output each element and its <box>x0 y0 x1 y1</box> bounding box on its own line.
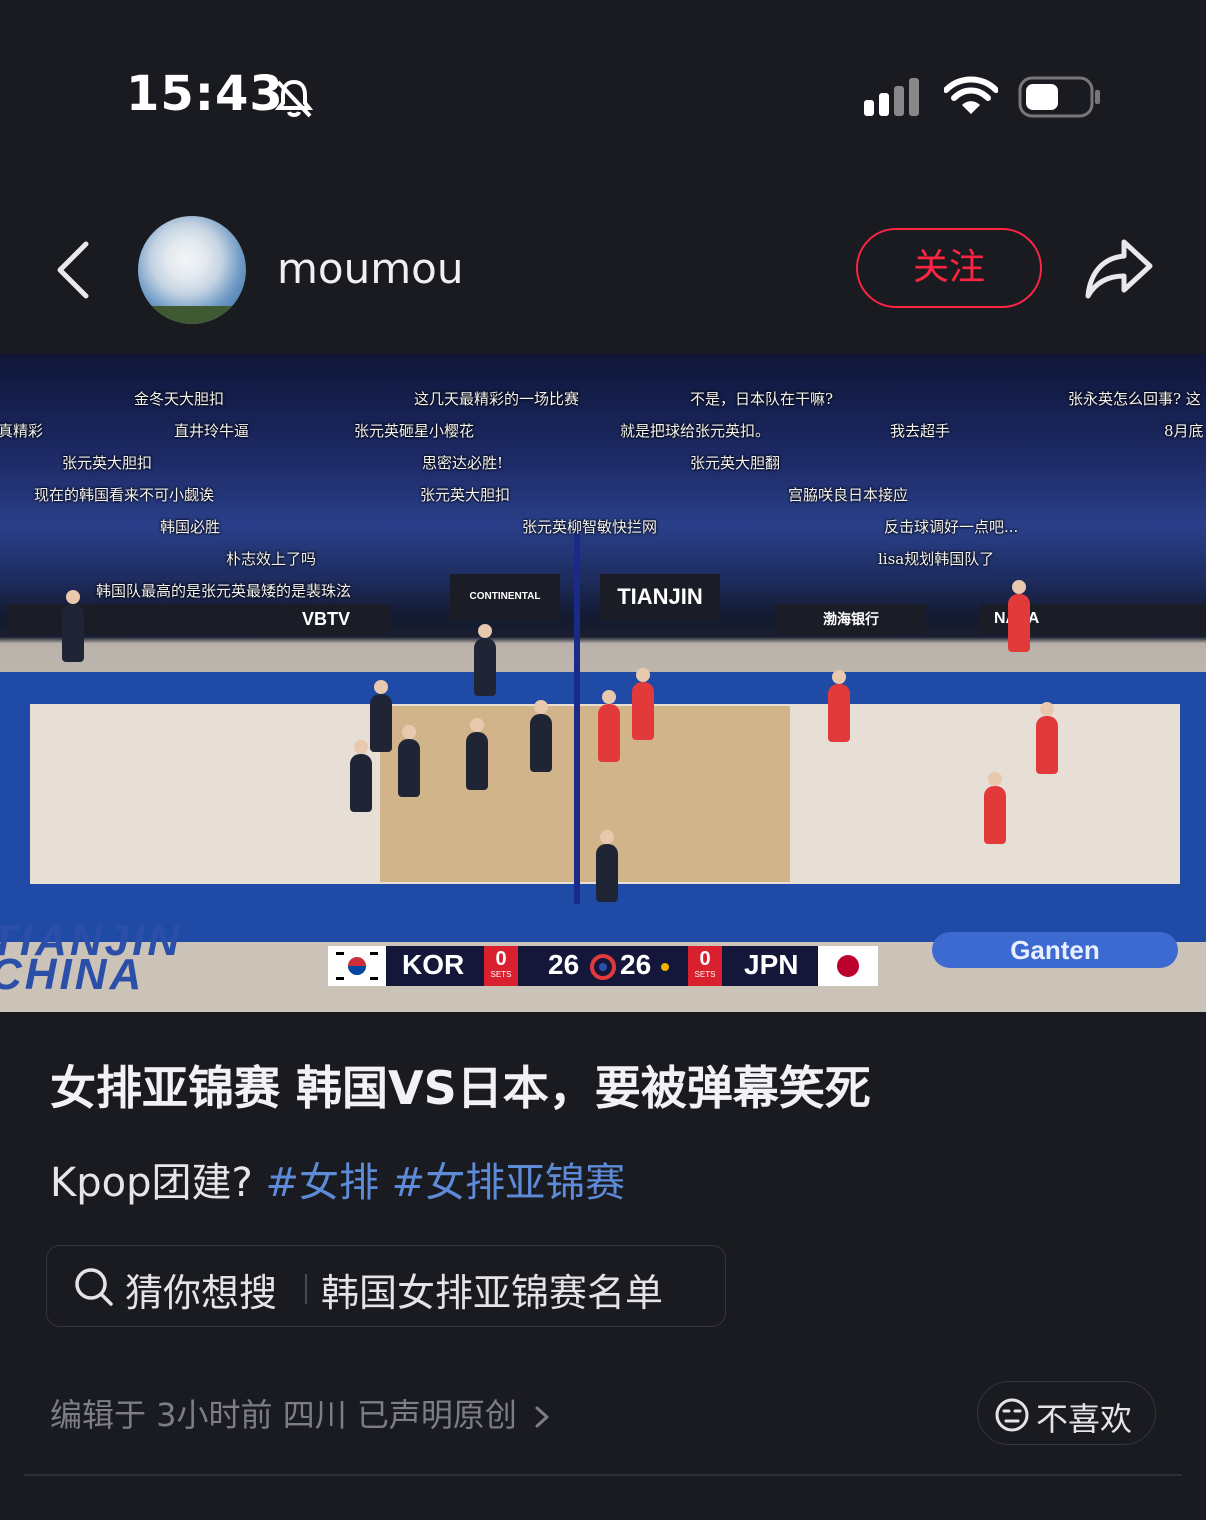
back-arrow-icon[interactable] <box>52 238 102 302</box>
danmaku-comment: 张元英大胆扣 <box>420 486 511 504</box>
video-player[interactable]: VBTV CONTINENTAL TIANJIN 渤海银行 NASA TIANJ… <box>0 354 1206 1012</box>
floor-text-tianjin: TIANJIN CHINA <box>0 919 182 997</box>
bell-slash-icon <box>274 79 314 118</box>
danmaku-comment: 金冬天大胆扣 <box>134 390 225 408</box>
post-meta[interactable]: 编辑于 3小时前 四川 已声明原创 <box>50 1390 551 1436</box>
danmaku-comment: 反击球调好一点吧... <box>884 518 1019 536</box>
japan-flag-icon <box>818 946 878 986</box>
unhappy-face-icon <box>995 1398 1029 1432</box>
danmaku-comment: 就是把球给张元英扣。 <box>620 422 771 440</box>
banner-continental: CONTINENTAL <box>450 574 560 620</box>
danmaku-comment: 这几天最精彩的一场比赛 <box>414 390 580 408</box>
danmaku-comment: 韩国必胜 <box>160 518 221 536</box>
battery-icon <box>1018 76 1100 118</box>
danmaku-comment: 我去超手 <box>890 422 951 440</box>
top-nav: moumou 关注 <box>0 200 1206 340</box>
danmaku-comment: 不是，日本队在干嘛? <box>690 390 834 408</box>
username[interactable]: moumou <box>277 244 463 293</box>
danmaku-comment: 思密达必胜! <box>422 454 504 472</box>
player <box>1008 580 1030 652</box>
serve-indicator-icon <box>661 963 669 971</box>
home-points: 26 <box>548 949 580 980</box>
away-sets-value: 0 <box>699 948 711 970</box>
suggested-search[interactable]: 猜你想搜 韩国女排亚锦赛名单 <box>46 1245 726 1327</box>
volleyball-icon <box>590 954 616 980</box>
player <box>596 830 618 902</box>
scoreboard-body: KOR 0 SETS 26 26 0 SETS JPN <box>386 946 818 986</box>
player <box>984 772 1006 844</box>
home-sets-label: SETS <box>490 970 512 979</box>
status-bar: 15:43 <box>0 0 1206 190</box>
home-team: KOR <box>402 949 465 980</box>
danmaku-comment: 直井玲牛逼 <box>174 422 250 440</box>
player <box>828 670 850 742</box>
dislike-label: 不喜欢 <box>1036 1400 1133 1438</box>
follow-button[interactable]: 关注 <box>856 228 1042 308</box>
player <box>398 725 420 797</box>
search-label: 猜你想搜 <box>125 1271 278 1315</box>
chevron-right-icon <box>535 1406 549 1428</box>
avatar[interactable] <box>138 216 246 324</box>
wifi-icon <box>944 76 998 114</box>
player <box>598 690 620 762</box>
danmaku-comment: 朴志效上了吗 <box>226 550 317 568</box>
scoreboard: KOR 0 SETS 26 26 0 SETS JPN <box>328 946 878 986</box>
player <box>474 624 496 696</box>
search-suggestion[interactable]: 韩国女排亚锦赛名单 <box>321 1262 663 1317</box>
search-icon <box>75 1268 113 1306</box>
banner-bohai: 渤海银行 <box>776 604 926 634</box>
player <box>370 680 392 752</box>
post-meta-text: 编辑于 3小时前 四川 已声明原创 <box>50 1396 517 1434</box>
danmaku-comment: lisa规划韩国队了 <box>878 550 995 568</box>
away-points: 26 <box>620 949 652 980</box>
post-description-text: Kpop团建? <box>50 1160 253 1206</box>
signal-icon <box>864 78 919 116</box>
danmaku-comment: 张元英大胆扣 <box>62 454 153 472</box>
player <box>1036 702 1058 774</box>
status-time: 15:43 <box>126 66 284 122</box>
floor-sponsor: Ganten <box>932 932 1178 968</box>
share-icon[interactable] <box>1084 236 1154 302</box>
danmaku-comment: 张元英砸星小樱花 <box>354 422 475 440</box>
away-team: JPN <box>744 949 799 980</box>
dislike-button[interactable]: 不喜欢 <box>977 1381 1156 1445</box>
banner-tianjin: TIANJIN <box>600 574 720 620</box>
post-title: 女排亚锦赛 韩国VS日本，要被弹幕笑死 <box>50 1061 871 1115</box>
home-sets: 0 SETS <box>484 946 518 986</box>
court-attack-zone <box>380 706 790 882</box>
home-sets-value: 0 <box>495 948 507 970</box>
player <box>350 740 372 812</box>
hashtag[interactable]: #女排亚锦赛 <box>392 1160 626 1206</box>
danmaku-comment: 宫脇咲良日本接应 <box>788 486 909 504</box>
away-sets-label: SETS <box>694 970 716 979</box>
player <box>62 590 84 662</box>
danmaku-comment: 现在的韩国看来不可小觑诶 <box>34 486 215 504</box>
divider <box>24 1474 1182 1476</box>
post-description: Kpop团建? #女排 #女排亚锦赛 <box>50 1150 625 1208</box>
danmaku-comment: 张元英大胆翻 <box>690 454 781 472</box>
player <box>466 718 488 790</box>
search-divider <box>305 1274 307 1304</box>
volleyball-net <box>574 534 580 904</box>
danmaku-comment: 真精彩 <box>0 422 44 440</box>
danmaku-comment: 8月底 <box>1164 422 1204 440</box>
player <box>632 668 654 740</box>
player <box>530 700 552 772</box>
korea-flag-icon <box>328 946 386 986</box>
danmaku-comment: 韩国队最高的是张元英最矮的是裴珠泫 <box>96 582 352 600</box>
away-sets: 0 SETS <box>688 946 722 986</box>
hashtag[interactable]: #女排 <box>265 1160 379 1206</box>
danmaku-comment: 张永英怎么回事? 这 <box>1068 390 1201 408</box>
danmaku-comment: 张元英柳智敏快拦网 <box>522 518 658 536</box>
